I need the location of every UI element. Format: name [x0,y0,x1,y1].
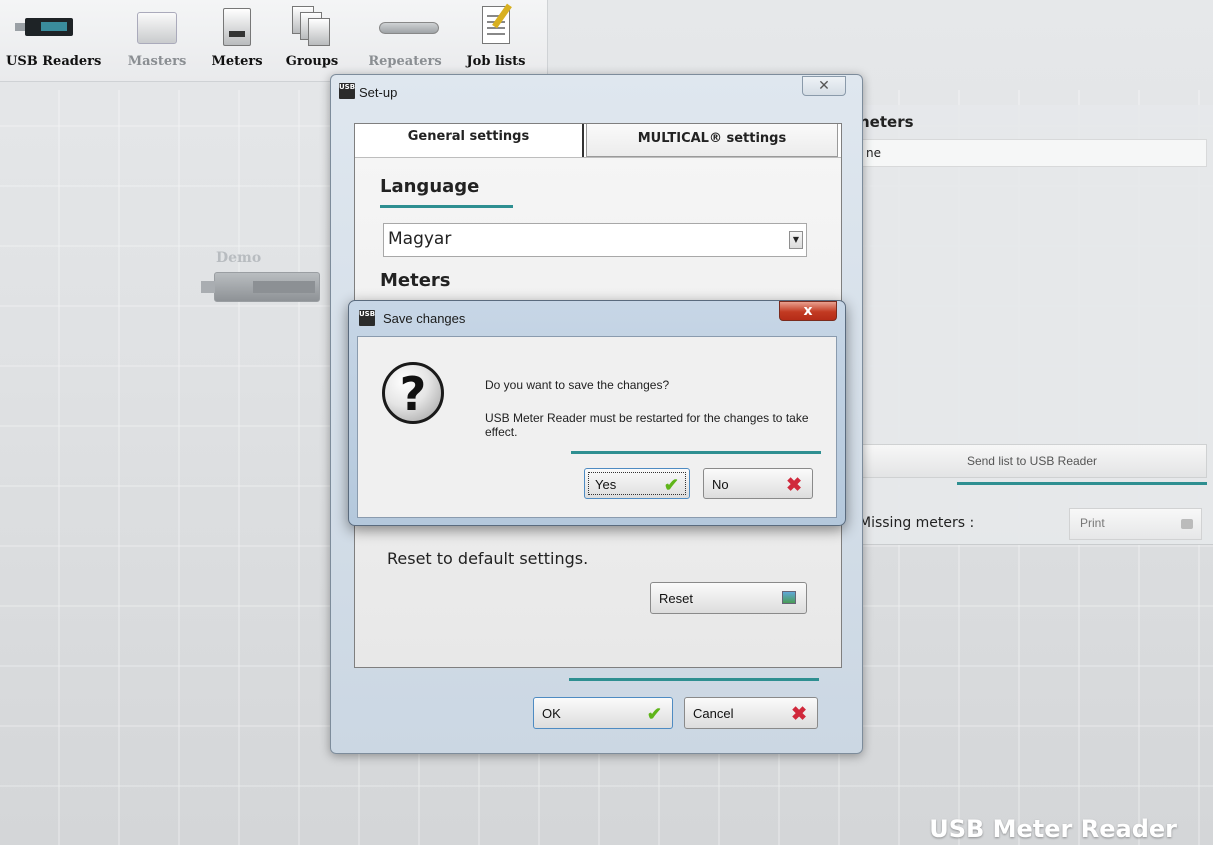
toolbar-label: Job lists [466,54,526,69]
tab-general-settings[interactable]: General settings [355,124,584,157]
missing-meters-label: Missing meters : [859,515,975,531]
setup-dialog-title: Set-up [359,85,398,100]
toolbar-usb-readers[interactable]: USB Readers [6,4,102,78]
reset-button[interactable]: Reset [650,582,807,614]
app-icon: USB [339,83,355,99]
close-icon[interactable]: ✕ [802,76,846,96]
usb-reader-icon [15,4,75,48]
job-list-icon [468,4,524,48]
usb-reader-device[interactable] [201,272,320,302]
meter-icon [209,4,265,48]
tab-multical-settings[interactable]: MULTICAL® settings [586,124,838,157]
save-dialog-body: ? Do you want to save the changes? USB M… [357,336,837,518]
groups-icon [284,4,340,48]
language-value: Magyar [388,229,452,249]
cross-icon: ✖ [791,704,807,725]
save-question-text: Do you want to save the changes? [485,378,670,392]
master-icon [129,4,185,48]
toolbar-label: Groups [285,54,339,69]
close-icon[interactable]: x [779,301,837,321]
no-button-label: No [712,477,729,492]
ok-button-label: OK [542,706,561,721]
print-button[interactable]: Print [1069,508,1202,540]
ok-button[interactable]: OK ✔ [533,697,673,729]
save-changes-dialog: USB Save changes x ? Do you want to save… [348,300,846,526]
restart-notice-text: USB Meter Reader must be restarted for t… [485,411,809,439]
yes-button-label: Yes [595,477,617,492]
reset-image-icon [782,591,796,604]
accent-divider [957,482,1207,485]
brand-logo-text: USB Meter Reader [929,815,1177,843]
meters-heading: Meters [380,270,451,291]
toolbar-job-lists[interactable]: Job lists [466,4,526,78]
panel-name-field[interactable]: ne [857,139,1207,167]
meters-panel: neters ne Send list to USB Reader Missin… [852,105,1213,545]
accent-divider [571,451,821,454]
cancel-button[interactable]: Cancel ✖ [684,697,818,729]
toolbar-label: Meters [211,54,263,69]
language-select[interactable]: Magyar ▼ [383,223,807,257]
toolbar-label: Masters [127,54,187,69]
main-toolbar: USB Readers Masters Meters Groups Repeat… [0,0,548,82]
accent-divider [380,205,513,208]
no-button[interactable]: No ✖ [703,468,813,499]
checkmark-icon: ✔ [646,704,662,724]
repeater-icon [377,4,439,48]
app-icon: USB [359,310,375,326]
toolbar-groups[interactable]: Groups [284,4,340,78]
toolbar-repeaters[interactable]: Repeaters [364,4,446,78]
toolbar-masters[interactable]: Masters [124,4,190,78]
toolbar-label: USB Readers [6,54,102,69]
language-heading: Language [380,176,480,197]
print-button-label: Print [1080,516,1105,530]
toolbar-label: Repeaters [368,54,442,69]
device-name-label: Demo [216,250,262,266]
yes-button[interactable]: Yes ✔ [584,468,690,499]
cross-icon: ✖ [786,475,802,496]
accent-divider [569,678,819,681]
printer-icon [1181,519,1193,529]
reset-button-label: Reset [659,591,693,606]
toolbar-meters[interactable]: Meters [206,4,268,78]
checkmark-icon: ✔ [663,475,679,495]
save-dialog-title: Save changes [383,311,466,326]
reset-description: Reset to default settings. [387,549,589,568]
send-list-button[interactable]: Send list to USB Reader [857,444,1207,478]
panel-title: neters [859,113,914,131]
chevron-down-icon[interactable]: ▼ [789,231,803,249]
cancel-button-label: Cancel [693,706,734,721]
question-icon: ? [382,362,444,424]
